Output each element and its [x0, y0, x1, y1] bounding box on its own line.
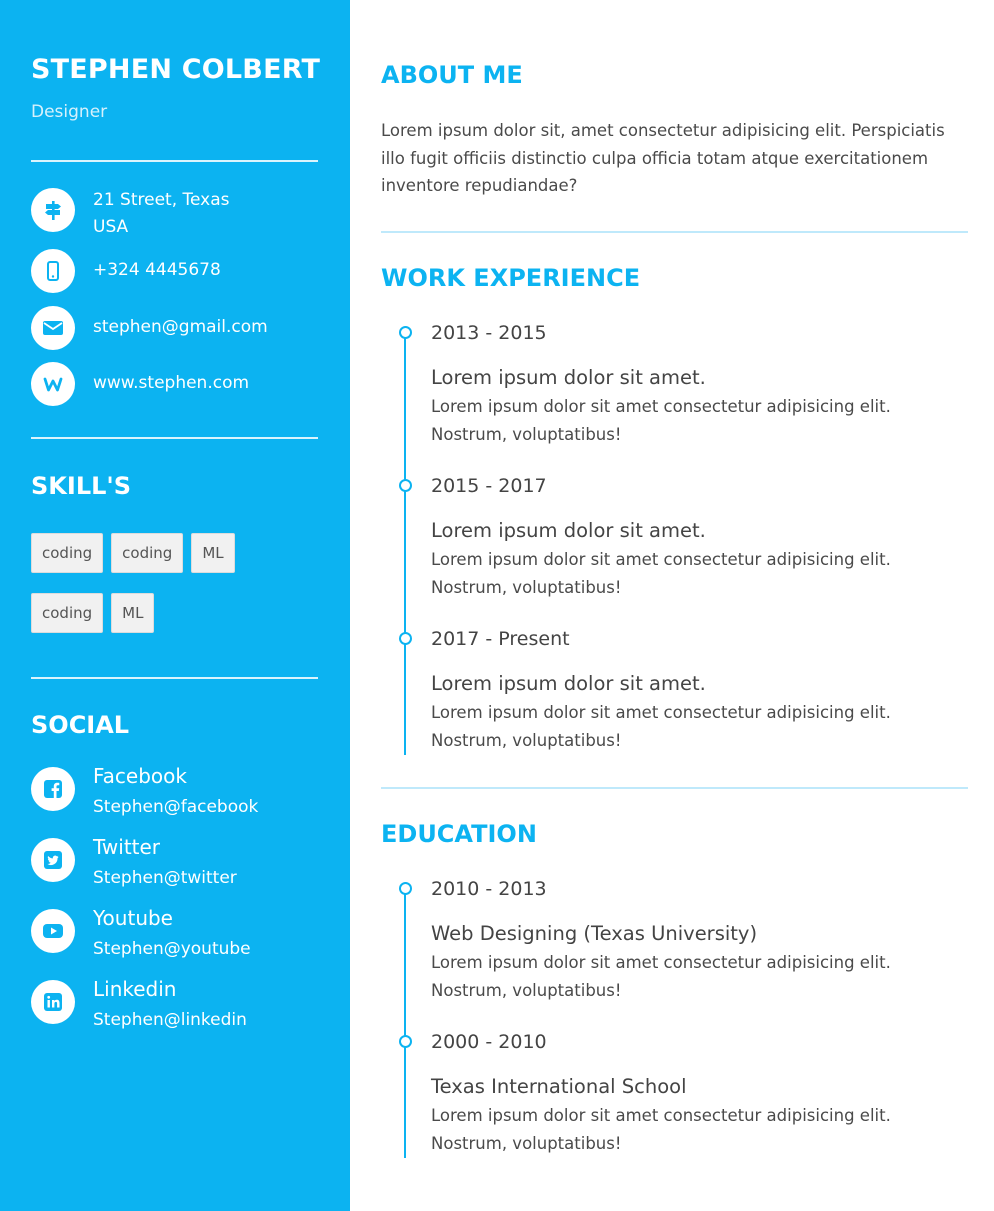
address-line-2: USA [93, 217, 129, 237]
skill-tag: ML [191, 533, 235, 573]
website-link[interactable]: www.stephen.com [93, 370, 249, 397]
timeline-dot [399, 631, 412, 645]
timeline-dot [399, 325, 412, 339]
skill-tag: coding [31, 533, 104, 573]
mail-icon [31, 306, 75, 350]
timeline-line [404, 329, 406, 755]
skill-tag: coding [31, 593, 104, 633]
website-icon [31, 362, 75, 406]
divider [31, 437, 318, 439]
linkedin-icon [31, 980, 75, 1024]
contact-address: 21 Street, Texas USA [31, 188, 318, 249]
work-timeline: 2013 - 2015 Lorem ipsum dolor sit amet. … [381, 320, 968, 755]
social-platform: Youtube [93, 906, 173, 930]
entry-description: Lorem ipsum dolor sit amet consectetur a… [431, 702, 891, 750]
entry-title: Lorem ipsum dolor sit amet. [431, 365, 706, 389]
work-heading: WORK EXPERIENCE [381, 263, 641, 292]
sidebar: STEPHEN COLBERT Designer 21 Street, Texa… [0, 0, 350, 1211]
divider [381, 230, 968, 233]
education-entry: 2000 - 2010 Texas International School L… [399, 1029, 968, 1158]
work-entry: 2015 - 2017 Lorem ipsum dolor sit amet. … [399, 473, 968, 602]
social-handle: Stephen@twitter [93, 868, 237, 888]
twitter-icon [31, 838, 75, 882]
entry-title: Lorem ipsum dolor sit amet. [431, 671, 706, 695]
contact-email: stephen@gmail.com [31, 306, 318, 362]
timeline-line [404, 885, 406, 1158]
social-platform: Linkedin [93, 977, 177, 1001]
social-platform: Twitter [93, 835, 161, 859]
social-handle: Stephen@facebook [93, 797, 259, 817]
social-heading: SOCIAL [31, 711, 130, 739]
profile-role: Designer [31, 102, 108, 122]
education-timeline: 2010 - 2013 Web Designing (Texas Univers… [381, 876, 968, 1158]
facebook-icon [31, 767, 75, 811]
education-heading: EDUCATION [381, 819, 537, 848]
divider [381, 786, 968, 789]
timeline-dot [399, 478, 412, 492]
about-text: Lorem ipsum dolor sit, amet consectetur … [381, 121, 945, 195]
entry-period: 2015 - 2017 [431, 474, 547, 497]
skills-list: coding coding ML coding ML [31, 533, 271, 653]
divider [31, 160, 318, 162]
contact-phone: +324 4445678 [31, 249, 318, 306]
signpost-icon [31, 188, 75, 232]
social-list: Facebook Stephen@facebook Twitter Stephe… [31, 764, 318, 1048]
entry-period: 2010 - 2013 [431, 877, 547, 900]
youtube-icon [31, 909, 75, 953]
entry-description: Lorem ipsum dolor sit amet consectetur a… [431, 549, 891, 597]
divider [31, 677, 318, 679]
phone-number[interactable]: +324 4445678 [93, 257, 221, 284]
social-item-twitter[interactable]: Twitter Stephen@twitter [31, 835, 318, 906]
contact-list: 21 Street, Texas USA +324 4445678 stephe… [31, 188, 318, 406]
timeline-dot [399, 881, 412, 895]
entry-description: Lorem ipsum dolor sit amet consectetur a… [431, 952, 891, 1000]
education-entry: 2010 - 2013 Web Designing (Texas Univers… [399, 876, 968, 1005]
entry-title: Web Designing (Texas University) [431, 921, 758, 945]
work-entry: 2013 - 2015 Lorem ipsum dolor sit amet. … [399, 320, 968, 449]
skill-tag: coding [111, 533, 184, 573]
skill-tag: ML [111, 593, 155, 633]
entry-title: Texas International School [431, 1074, 687, 1098]
social-platform: Facebook [93, 764, 187, 788]
timeline-dot [399, 1034, 412, 1048]
contact-website: www.stephen.com [31, 362, 318, 406]
social-item-youtube[interactable]: Youtube Stephen@youtube [31, 906, 318, 977]
work-entry: 2017 - Present Lorem ipsum dolor sit ame… [399, 626, 968, 755]
skills-heading: SKILL'S [31, 472, 132, 500]
entry-description: Lorem ipsum dolor sit amet consectetur a… [431, 1105, 891, 1153]
social-item-facebook[interactable]: Facebook Stephen@facebook [31, 764, 318, 835]
main-content: ABOUT ME Lorem ipsum dolor sit, amet con… [381, 0, 968, 1158]
entry-title: Lorem ipsum dolor sit amet. [431, 518, 706, 542]
address-line-1: 21 Street, Texas [93, 190, 230, 210]
phone-icon [31, 249, 75, 293]
address-text: 21 Street, Texas USA [93, 187, 243, 241]
profile-name: STEPHEN COLBERT [31, 54, 321, 85]
entry-period: 2000 - 2010 [431, 1030, 547, 1053]
entry-period: 2013 - 2015 [431, 321, 547, 344]
entry-description: Lorem ipsum dolor sit amet consectetur a… [431, 396, 891, 444]
social-handle: Stephen@youtube [93, 939, 251, 959]
about-heading: ABOUT ME [381, 61, 523, 89]
social-item-linkedin[interactable]: Linkedin Stephen@linkedin [31, 977, 318, 1048]
entry-period: 2017 - Present [431, 627, 570, 650]
email-address[interactable]: stephen@gmail.com [93, 314, 268, 341]
social-handle: Stephen@linkedin [93, 1010, 247, 1030]
